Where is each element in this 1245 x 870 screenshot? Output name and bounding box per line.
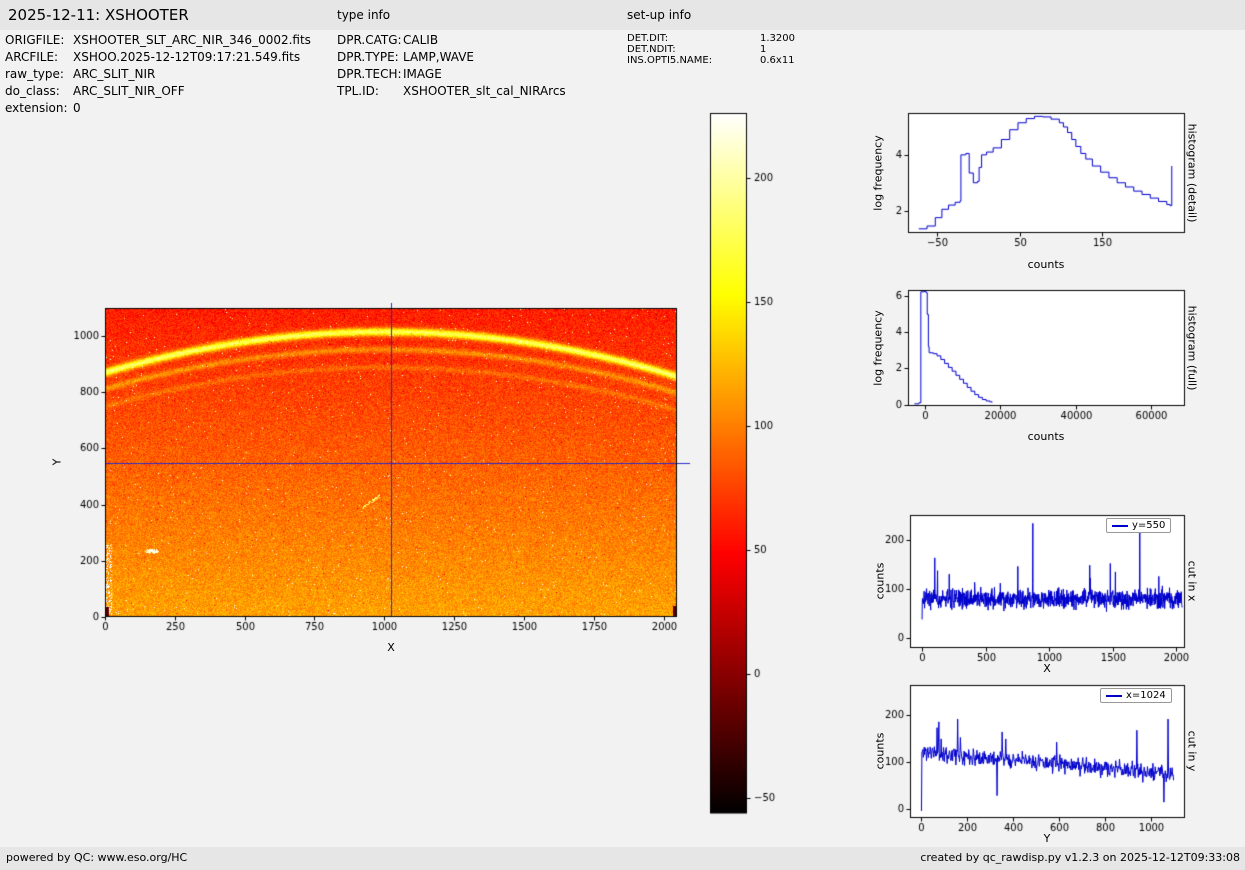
info-value: XSHOOTER_slt_cal_NIRArcs — [403, 84, 566, 98]
info-label: TPL.ID: — [337, 84, 379, 98]
page-title: 2025-12-11: XSHOOTER — [8, 6, 189, 24]
info-label: raw_type: — [5, 67, 64, 81]
info-row: INS.OPTI5.NAME: 0.6x11 — [627, 55, 795, 66]
hist-detail-ylabel: log frequency — [871, 135, 885, 211]
info-label: ARCFILE: — [5, 50, 59, 64]
info-value: XSHOO.2025-12-12T09:17:21.549.fits — [73, 50, 301, 64]
info-label: DPR.TYPE: — [337, 50, 399, 64]
qc-report-page: 2025-12-11: XSHOOTER type info set-up in… — [0, 0, 1245, 870]
cut-y-ylabel: counts — [873, 732, 887, 770]
footer-bar: powered by QC: www.eso.org/HC created by… — [0, 847, 1245, 870]
footer-left-text: powered by QC: www.eso.org/HC — [6, 851, 188, 864]
info-value: CALIB — [403, 33, 439, 47]
hist-detail-side-label: histogram (detail) — [1185, 123, 1199, 223]
hist-detail-xlabel: counts — [1027, 258, 1065, 271]
info-value: 1 — [760, 44, 767, 55]
info-value: ARC_SLIT_NIR — [73, 67, 156, 81]
cut-y-legend: x=1024 — [1100, 688, 1172, 703]
cut-x-xlabel: X — [1043, 662, 1051, 675]
info-row: do_class: ARC_SLIT_NIR_OFF — [5, 83, 311, 100]
setup-info-heading: set-up info — [627, 8, 692, 22]
hist-full-side-label: histogram (full) — [1185, 305, 1199, 391]
info-label: INS.OPTI5.NAME: — [627, 55, 713, 66]
info-label: do_class: — [5, 84, 60, 98]
file-info-table: ORIGFILE: XSHOOTER_SLT_ARC_NIR_346_0002.f… — [5, 32, 311, 117]
info-label: DET.NDIT: — [627, 44, 676, 55]
info-row: DET.NDIT: 1 — [627, 44, 795, 55]
info-row: DET.DIT: 1.3200 — [627, 33, 795, 44]
info-row: DPR.TECH:IMAGE — [337, 66, 566, 83]
info-value: LAMP,WAVE — [403, 50, 475, 64]
info-label: extension: — [5, 101, 68, 115]
legend-line-sample — [1106, 694, 1122, 697]
cut-x-side-label: cut in x — [1185, 560, 1199, 602]
legend-label: y=550 — [1132, 520, 1166, 531]
info-row: TPL.ID: XSHOOTER_slt_cal_NIRArcs — [337, 83, 566, 100]
info-row: ARCFILE: XSHOO.2025-12-12T09:17:21.549.fi… — [5, 49, 311, 66]
info-label: ORIGFILE: — [5, 33, 65, 47]
hist-full-xlabel: counts — [1027, 430, 1065, 443]
info-value: XSHOOTER_SLT_ARC_NIR_346_0002.fits — [73, 33, 311, 47]
cut-x-ylabel: counts — [873, 562, 887, 600]
cut-x-legend: y=550 — [1106, 518, 1172, 533]
info-label: DPR.CATG: — [337, 33, 402, 47]
info-value: IMAGE — [403, 67, 442, 81]
cut-y-xlabel: Y — [1043, 832, 1051, 845]
footer-right-text: created by qc_rawdisp.py v1.2.3 on 2025-… — [920, 851, 1240, 864]
info-row: extension: 0 — [5, 100, 311, 117]
type-info-table: DPR.CATG:CALIB DPR.TYPE: LAMP,WAVE DPR.TE… — [337, 32, 566, 100]
info-label: DET.DIT: — [627, 33, 669, 44]
info-row: ORIGFILE: XSHOOTER_SLT_ARC_NIR_346_0002.f… — [5, 32, 311, 49]
main-plot-xlabel: X — [387, 641, 395, 654]
info-row: DPR.CATG:CALIB — [337, 32, 566, 49]
main-plot-ylabel: Y — [50, 458, 64, 466]
info-label: DPR.TECH: — [337, 67, 402, 81]
cut-y-side-label: cut in y — [1185, 730, 1199, 772]
type-info-heading: type info — [337, 8, 391, 22]
info-value: ARC_SLIT_NIR_OFF — [73, 84, 185, 98]
header-bar: 2025-12-11: XSHOOTER type info set-up in… — [0, 0, 1245, 30]
info-row: DPR.TYPE: LAMP,WAVE — [337, 49, 566, 66]
legend-line-sample — [1112, 524, 1128, 527]
info-value: 0.6x11 — [760, 55, 795, 66]
hist-full-ylabel: log frequency — [871, 310, 885, 386]
info-row: raw_type: ARC_SLIT_NIR — [5, 66, 311, 83]
info-value: 1.3200 — [760, 33, 795, 44]
info-value: 0 — [73, 101, 81, 115]
legend-label: x=1024 — [1126, 690, 1166, 701]
setup-info-table: DET.DIT: 1.3200 DET.NDIT: 1 INS.OPTI5.NAME… — [627, 33, 795, 66]
